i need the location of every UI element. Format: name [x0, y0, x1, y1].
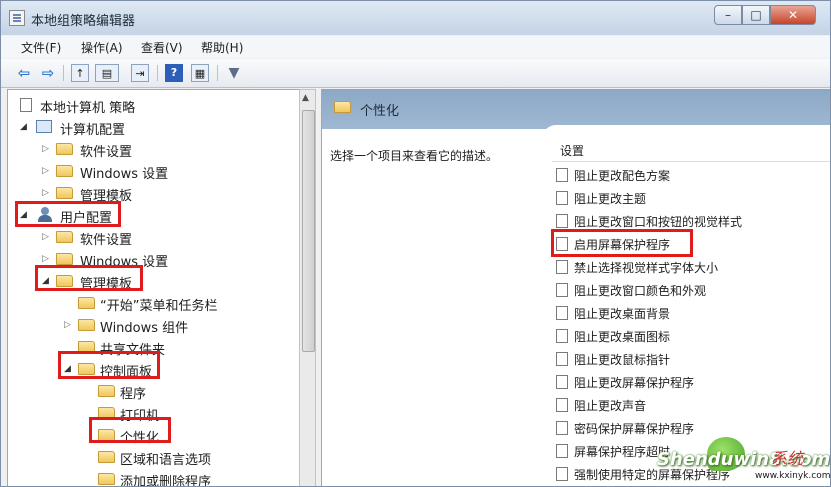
folder-icon — [56, 165, 73, 177]
policy-setting-icon — [556, 329, 568, 343]
policy-setting-icon — [556, 398, 568, 412]
menu-action[interactable]: 操作(A) — [81, 39, 123, 56]
folder-icon — [56, 143, 73, 155]
policy-setting-icon — [556, 444, 568, 458]
tree-node-label: 计算机配置 — [60, 123, 126, 138]
filter-icon[interactable]: ▼ — [225, 64, 243, 82]
expand-arrow-icon[interactable]: ▷ — [42, 187, 52, 199]
expand-arrow-icon[interactable]: ▷ — [42, 253, 52, 265]
tree-node-label: 程序 — [120, 387, 147, 402]
computer-icon — [36, 120, 52, 133]
setting-label: 阻止更改配色方案 — [574, 169, 671, 183]
setting-label: 阻止更改桌面图标 — [574, 330, 671, 344]
policy-setting-icon — [556, 375, 568, 389]
folder-icon — [56, 231, 73, 243]
properties-icon[interactable]: ▦ — [191, 64, 209, 82]
toolbar-separator — [63, 65, 64, 81]
setting-label: 密码保护屏幕保护程序 — [574, 422, 695, 436]
policy-setting-icon — [556, 306, 568, 320]
tree-node-label: Windows 组件 — [100, 321, 189, 336]
up-folder-icon[interactable]: ↑ — [71, 64, 89, 82]
details-pane: 个性化 选择一个项目来查看它的描述。 设置 阻止更改配色方案 阻止更改主题 阻止… — [321, 89, 830, 486]
tree-node-label: 添加或删除程序 — [120, 475, 212, 487]
close-button[interactable]: ✕ — [770, 5, 816, 25]
highlight-personalization — [89, 417, 171, 443]
folder-icon — [78, 319, 95, 331]
toolbar: ⇦ ⇨ ↑ ▤ ⇥ ? ▦ ▼ — [1, 59, 830, 88]
folder-icon — [78, 297, 95, 309]
policy-setting-icon — [556, 168, 568, 182]
watermark-brand: Shenduwin8.com — [657, 449, 831, 470]
details-title: 个性化 — [360, 104, 400, 119]
setting-label: 阻止更改窗口颜色和外观 — [574, 284, 707, 298]
toolbar-separator — [217, 65, 218, 81]
column-header-label: 设置 — [560, 144, 585, 158]
tree-node-label: Windows 设置 — [80, 167, 169, 182]
folder-icon — [56, 187, 73, 199]
expand-arrow-icon[interactable]: ▷ — [42, 165, 52, 177]
tree-node-label: 区域和语言选项 — [120, 453, 212, 468]
minimize-button[interactable]: – — [714, 5, 742, 25]
document-icon — [20, 98, 32, 112]
setting-label: 阻止更改主题 — [574, 192, 647, 206]
setting-label: 禁止选择视觉样式字体大小 — [574, 261, 719, 275]
policy-setting-icon — [556, 283, 568, 297]
app-icon — [9, 10, 25, 26]
tree-node-label: 本地计算机 策略 — [40, 101, 136, 116]
policy-setting-icon — [556, 467, 568, 481]
setting-label: 阻止更改鼠标指针 — [574, 353, 671, 367]
highlight-admin-templates — [35, 265, 143, 291]
expand-arrow-icon[interactable]: ▷ — [42, 231, 52, 243]
highlight-user-config — [15, 201, 121, 227]
folder-icon — [334, 101, 351, 113]
tree-scrollbar[interactable]: ▲ — [299, 89, 316, 486]
setting-label: 阻止更改窗口和按钮的视觉样式 — [574, 215, 743, 229]
scroll-up-icon[interactable]: ▲ — [302, 93, 309, 103]
scrollbar-thumb[interactable] — [302, 110, 315, 352]
setting-label: 阻止更改桌面背景 — [574, 307, 671, 321]
tree-node-label: “开始”菜单和任务栏 — [100, 299, 218, 314]
expand-arrow-icon[interactable]: ▷ — [64, 319, 74, 331]
window-title: 本地组策略编辑器 — [31, 14, 136, 29]
policy-setting-icon — [556, 191, 568, 205]
back-arrow-icon[interactable]: ⇦ — [15, 64, 33, 82]
highlight-control-panel — [58, 351, 160, 379]
maximize-button[interactable]: □ — [742, 5, 770, 25]
setting-label: 阻止更改声音 — [574, 399, 647, 413]
tree-node-label: 软件设置 — [80, 233, 133, 248]
expand-arrow-icon[interactable]: ▷ — [42, 143, 52, 155]
policy-setting-icon — [556, 260, 568, 274]
menu-bar: 文件(F) 操作(A) 查看(V) 帮助(H) — [1, 36, 830, 58]
help-icon[interactable]: ? — [165, 64, 183, 82]
forward-arrow-icon[interactable]: ⇨ — [39, 64, 57, 82]
toolbar-separator — [157, 65, 158, 81]
folder-icon — [98, 385, 115, 397]
highlight-enable-screensaver — [551, 229, 693, 257]
folder-icon — [98, 451, 115, 463]
policy-setting-icon — [556, 352, 568, 366]
export-list-icon[interactable]: ⇥ — [131, 64, 149, 82]
description-text: 选择一个项目来查看它的描述。 — [330, 149, 499, 163]
watermark-url: www.kxinyk.com — [755, 471, 831, 481]
tree-node-label: 软件设置 — [80, 145, 133, 160]
watermark: Shenduwin8.com 系统 www.kxinyk.com — [651, 437, 831, 486]
policy-editor-window: 本地组策略编辑器 – □ ✕ 文件(F) 操作(A) 查看(V) 帮助(H) ⇦… — [0, 0, 831, 487]
show-hide-tree-icon[interactable]: ▤ — [95, 64, 119, 82]
watermark-cn: 系统 — [771, 449, 804, 468]
menu-help[interactable]: 帮助(H) — [201, 39, 243, 56]
title-bar[interactable]: 本地组策略编辑器 – □ ✕ — [1, 1, 830, 35]
folder-icon — [56, 253, 73, 265]
policy-setting-icon — [556, 214, 568, 228]
details-header: 个性化 — [322, 89, 830, 129]
menu-file[interactable]: 文件(F) — [21, 39, 61, 56]
folder-icon — [98, 473, 115, 485]
column-header-settings[interactable]: 设置 — [552, 139, 830, 162]
policy-setting-icon — [556, 421, 568, 435]
collapse-arrow-icon[interactable]: ◢ — [20, 121, 30, 133]
menu-view[interactable]: 查看(V) — [141, 39, 183, 56]
setting-label: 阻止更改屏幕保护程序 — [574, 376, 695, 390]
